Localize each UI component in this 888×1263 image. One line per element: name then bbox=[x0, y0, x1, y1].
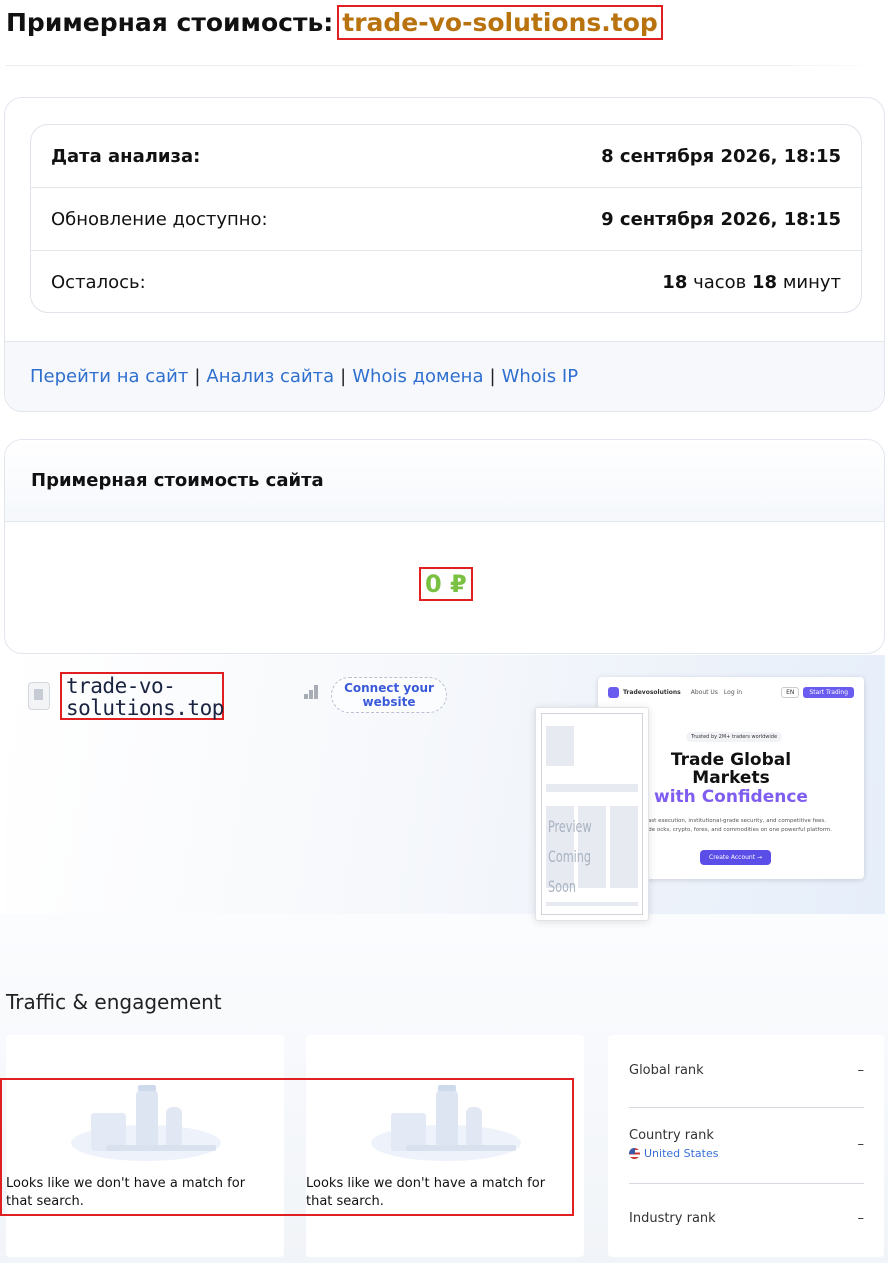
time-remaining-value: 18 часов 18 минут bbox=[662, 272, 841, 293]
brand-logo-icon bbox=[608, 686, 619, 698]
document-icon bbox=[28, 682, 50, 710]
global-rank-label: Global rank bbox=[629, 1063, 704, 1078]
analysis-date-value: 8 сентября 2026, 18:15 bbox=[601, 145, 841, 167]
preview-domain: trade-vo- solutions.top bbox=[60, 672, 224, 720]
remaining-minutes: 18 bbox=[752, 272, 778, 293]
go-to-site-link[interactable]: Перейти на сайт bbox=[30, 366, 188, 387]
page-title: Примерная стоимость: trade-vo-solutions.… bbox=[6, 2, 663, 42]
preview-domain-line1: trade-vo- bbox=[66, 674, 176, 698]
country-rank-label-group: Country rank United States bbox=[629, 1128, 719, 1160]
screenshot-brand: Tradevosolutions bbox=[623, 688, 681, 696]
placeholder-text: Preview Coming Soon bbox=[548, 812, 621, 902]
us-flag-icon bbox=[629, 1148, 640, 1159]
rank-divider bbox=[629, 1183, 864, 1184]
industry-rank-row: Industry rank – bbox=[629, 1211, 864, 1226]
title-divider bbox=[6, 65, 882, 66]
placeholder-block bbox=[546, 902, 638, 906]
placeholder-text-line2: Coming Soon bbox=[548, 847, 592, 896]
rank-divider bbox=[629, 1107, 864, 1108]
page-title-prefix: Примерная стоимость: bbox=[6, 7, 334, 37]
remaining-hours-unit: часов bbox=[693, 272, 747, 293]
country-rank-value: – bbox=[857, 1136, 865, 1152]
update-available-row: Обновление доступно: 9 сентября 2026, 18… bbox=[31, 188, 861, 251]
page-title-domain: trade-vo-solutions.top bbox=[337, 4, 663, 40]
placeholder-block bbox=[546, 726, 574, 766]
mobile-screenshot-placeholder: Preview Coming Soon bbox=[535, 707, 649, 921]
placeholder-text-line1: Preview bbox=[548, 817, 592, 836]
mobile-frame: Preview Coming Soon bbox=[541, 713, 643, 915]
screenshot-nav-link: About Us bbox=[690, 688, 718, 696]
traffic-section-title: Traffic & engagement bbox=[6, 990, 222, 1014]
global-rank-row: Global rank – bbox=[629, 1063, 864, 1078]
site-value-amount: 0 ₽ bbox=[419, 567, 473, 601]
connect-website-button[interactable]: Connect your website bbox=[331, 677, 447, 713]
link-separator: | bbox=[489, 366, 496, 387]
country-name: United States bbox=[644, 1147, 719, 1160]
screenshot-badge: Trusted by 2M+ traders worldwide bbox=[686, 732, 783, 742]
industry-rank-label: Industry rank bbox=[629, 1211, 716, 1226]
screenshot-nav: Tradevosolutions About Us Log in EN Star… bbox=[598, 677, 864, 707]
screenshot-subtext: fast execution, institutional-grade secu… bbox=[640, 818, 832, 833]
screenshot-lang: EN bbox=[781, 686, 800, 698]
rank-card: Global rank – Country rank United States… bbox=[608, 1035, 884, 1257]
country-selector[interactable]: United States bbox=[629, 1147, 719, 1160]
site-preview-panel: trade-vo- solutions.top Connect your web… bbox=[6, 655, 885, 921]
screenshot-nav-link: Log in bbox=[723, 688, 743, 696]
remaining-hours: 18 bbox=[662, 272, 688, 293]
link-separator: | bbox=[340, 366, 347, 387]
update-available-label: Обновление доступно: bbox=[51, 208, 268, 230]
analysis-info-table: Дата анализа: 8 сентября 2026, 18:15 Обн… bbox=[30, 124, 862, 313]
signal-bars-icon bbox=[304, 685, 322, 699]
site-links-bar: Перейти на сайт | Анализ сайта | Whois д… bbox=[5, 341, 884, 411]
analysis-date-row: Дата анализа: 8 сентября 2026, 18:15 bbox=[31, 125, 861, 188]
time-remaining-row: Осталось: 18 часов 18 минут bbox=[31, 251, 861, 314]
screenshot-start-button: Start Trading bbox=[803, 686, 854, 698]
update-available-value: 9 сентября 2026, 18:15 bbox=[601, 208, 841, 230]
time-remaining-label: Осталось: bbox=[51, 272, 146, 293]
remaining-minutes-unit: минут bbox=[782, 272, 841, 293]
site-value-title: Примерная стоимость сайта bbox=[5, 440, 884, 522]
preview-domain-line2: solutions.top bbox=[66, 696, 224, 720]
whois-domain-link[interactable]: Whois домена bbox=[352, 366, 483, 387]
analysis-info-card: Дата анализа: 8 сентября 2026, 18:15 Обн… bbox=[4, 97, 885, 412]
site-analysis-link[interactable]: Анализ сайта bbox=[206, 366, 334, 387]
global-rank-value: – bbox=[857, 1063, 865, 1078]
screenshot-cta: Create Account → bbox=[700, 850, 772, 865]
highlight-frame bbox=[0, 1078, 574, 1216]
industry-rank-value: – bbox=[857, 1211, 865, 1226]
site-value-card: Примерная стоимость сайта 0 ₽ bbox=[4, 439, 885, 654]
country-rank-row: Country rank United States – bbox=[629, 1128, 864, 1160]
whois-ip-link[interactable]: Whois IP bbox=[502, 366, 578, 387]
analysis-date-label: Дата анализа: bbox=[51, 145, 201, 167]
placeholder-block bbox=[546, 784, 638, 792]
link-separator: | bbox=[194, 366, 201, 387]
country-rank-label: Country rank bbox=[629, 1128, 714, 1143]
